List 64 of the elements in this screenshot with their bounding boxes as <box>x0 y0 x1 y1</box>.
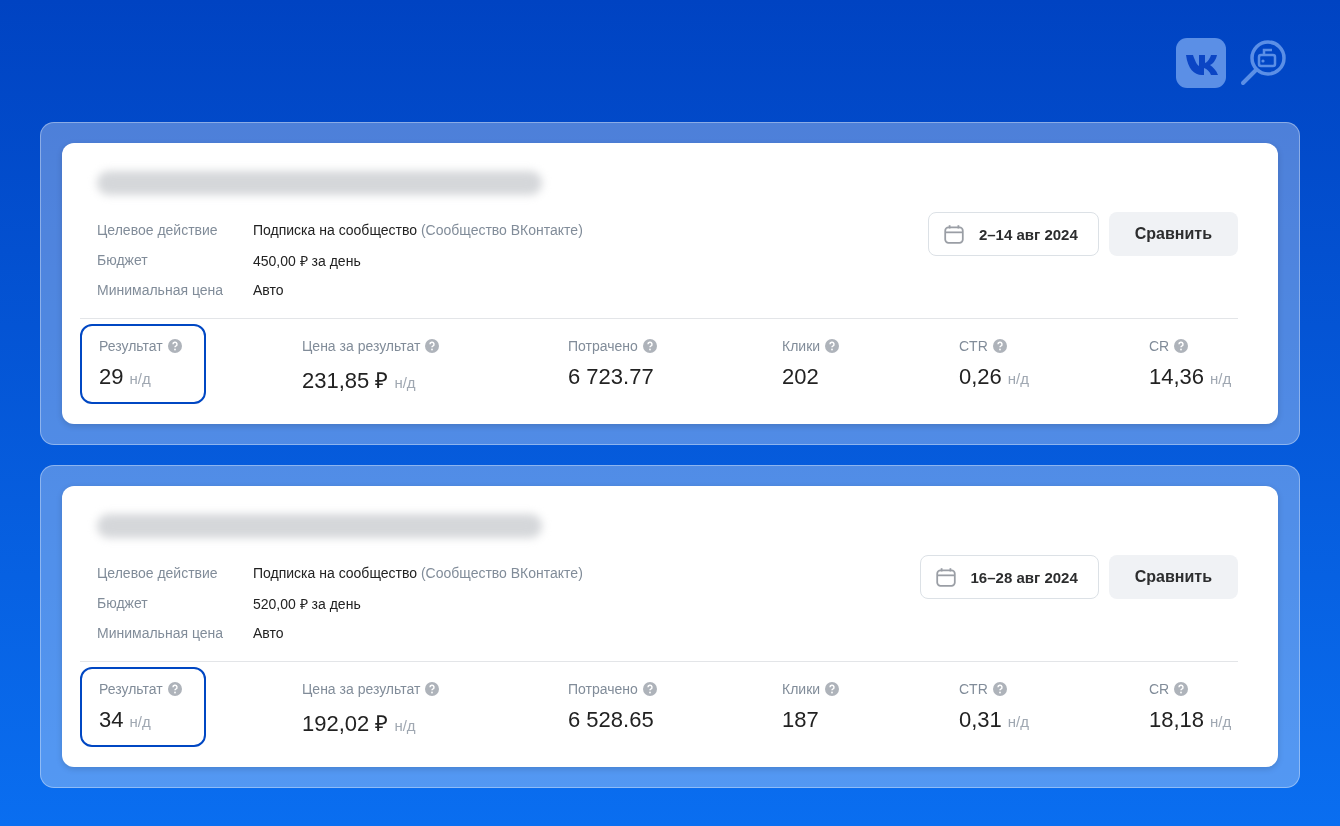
help-icon[interactable] <box>992 682 1007 696</box>
help-icon[interactable] <box>167 339 182 353</box>
metric-label: Клики <box>782 681 821 697</box>
metric-value: 231,85 ₽ <box>302 367 389 394</box>
detail-value: 450,00 ₽ за день <box>253 251 361 270</box>
metric-value: 0,31 <box>959 707 1002 733</box>
detail-value: Авто <box>253 282 284 298</box>
help-icon[interactable] <box>642 682 657 696</box>
metric-note: н/д <box>394 374 416 391</box>
help-icon[interactable] <box>425 339 440 353</box>
help-icon[interactable] <box>825 682 840 696</box>
calendar-icon <box>942 223 965 245</box>
metric-note: н/д <box>394 717 416 734</box>
date-range-button[interactable]: 2–14 авг 2024 <box>927 212 1099 256</box>
compare-button[interactable]: Сравнить <box>1108 555 1238 599</box>
help-icon[interactable] <box>167 682 182 696</box>
metric-label: CR <box>1149 338 1170 354</box>
metric-label: Потрачено <box>568 681 638 697</box>
detail-label: Целевое действие <box>97 565 219 581</box>
compare-button[interactable]: Сравнить <box>1108 212 1238 256</box>
help-icon[interactable] <box>992 339 1007 353</box>
detail-label: Минимальная цена <box>97 282 225 298</box>
metric-note: н/д <box>1007 713 1030 730</box>
metric-value: 0,26 <box>959 364 1002 390</box>
metric-label: Клики <box>782 338 821 354</box>
metric-label: Цена за результат <box>302 681 421 697</box>
logo-icon <box>1176 38 1226 88</box>
metric-note: н/д <box>129 713 151 730</box>
metric-label: Потрачено <box>568 338 638 354</box>
metric-value: 34 <box>99 707 124 733</box>
metric-label: Цена за результат <box>302 338 421 354</box>
metric-value: 6 528.65 <box>568 707 654 733</box>
metric-value: 6 723.77 <box>568 364 654 390</box>
help-icon[interactable] <box>1174 682 1189 696</box>
detail-label: Минимальная цена <box>97 625 225 641</box>
metric-value: 29 <box>99 364 124 390</box>
metric-note: н/д <box>1210 370 1232 387</box>
detail-label: Бюджет <box>97 595 149 611</box>
search-icon <box>1238 38 1288 88</box>
metric-label: Результат <box>99 338 163 354</box>
calendar-icon <box>934 566 957 588</box>
detail-label: Бюджет <box>97 252 149 268</box>
metric-note: н/д <box>1210 713 1232 730</box>
date-range-button[interactable]: 16–28 авг 2024 <box>919 555 1099 599</box>
help-icon[interactable] <box>825 339 840 353</box>
detail-value: Подписка на сообщество (Сообщество ВКонтакте) <box>253 565 583 581</box>
metric-value: 187 <box>782 707 819 733</box>
help-icon[interactable] <box>1174 339 1189 353</box>
metric-note: н/д <box>129 370 151 387</box>
metric-label: CR <box>1149 681 1170 697</box>
metric-label: Результат <box>99 681 163 697</box>
metric-label: CTR <box>959 338 988 354</box>
detail-value: Авто <box>253 625 284 641</box>
detail-label: Целевое действие <box>97 222 219 238</box>
detail-value: 520,00 ₽ за день <box>253 594 361 613</box>
metric-label: CTR <box>959 681 988 697</box>
help-icon[interactable] <box>642 339 657 353</box>
detail-value: Подписка на сообщество (Сообщество ВКонтакте) <box>253 222 583 238</box>
metric-value: 192,02 ₽ <box>302 710 389 737</box>
metric-note: н/д <box>1007 370 1030 387</box>
metric-value: 202 <box>782 364 819 390</box>
help-icon[interactable] <box>425 682 440 696</box>
metric-value: 14,36 <box>1149 364 1205 390</box>
metric-value: 18,18 <box>1149 707 1205 733</box>
